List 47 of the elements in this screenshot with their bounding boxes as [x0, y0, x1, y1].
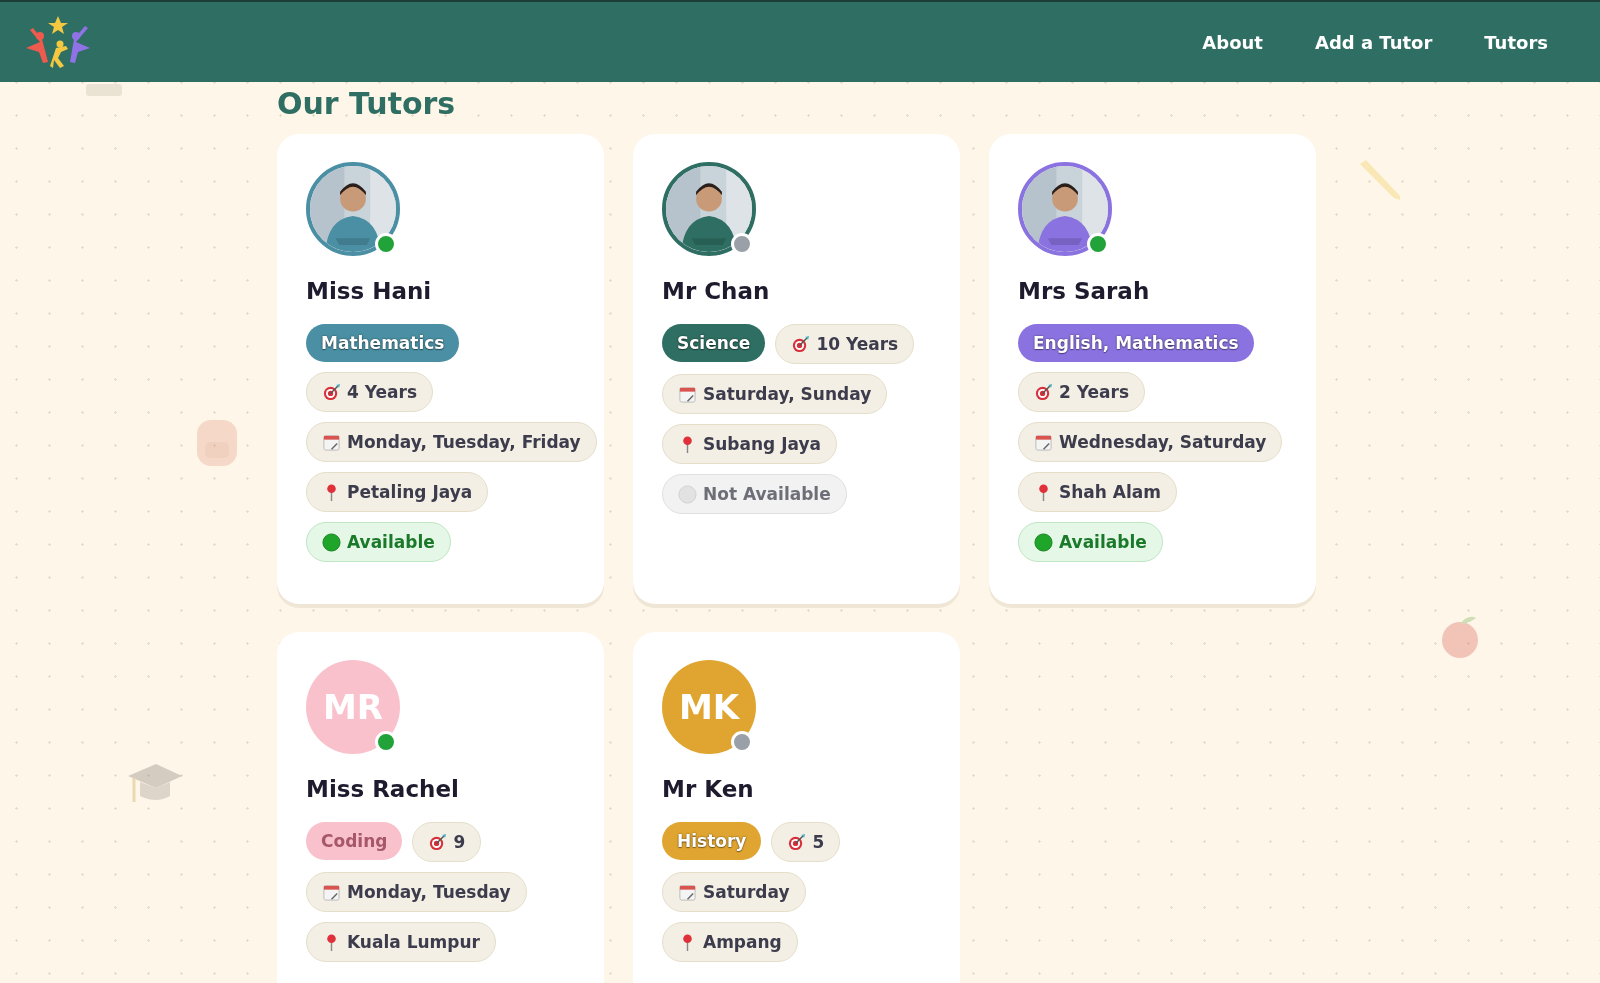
status-dot-icon: [322, 532, 341, 552]
tutor-name: Mrs Sarah: [1018, 278, 1151, 304]
subject-tag: Science: [662, 324, 766, 362]
availability-tag: Available: [306, 522, 451, 562]
experience-tag: 2 Years: [1018, 372, 1145, 412]
tutor-name: Mr Ken: [662, 776, 755, 802]
status-dot-icon: [678, 484, 697, 504]
location-tag: Shah Alam: [1018, 472, 1177, 512]
nav-link[interactable]: About: [1202, 31, 1263, 53]
location-tag: Petaling Jaya: [306, 472, 489, 512]
target-icon: [791, 334, 811, 354]
tutor-name: Mr Chan: [662, 278, 771, 304]
experience-tag: 9: [412, 822, 482, 862]
target-icon: [787, 832, 807, 852]
avatar: MK: [662, 660, 756, 754]
availability-tag: Not Available: [662, 474, 847, 514]
days-tag: Monday, Tuesday: [306, 872, 527, 912]
subject-tag: Mathematics: [306, 324, 460, 362]
days-tag: Saturday, Sunday: [662, 374, 888, 414]
experience-tag: 10 Years: [775, 324, 915, 364]
page-heading: Our Tutors: [277, 86, 457, 122]
location-tag: Subang Jaya: [662, 424, 837, 464]
availability-tag: Available: [1018, 522, 1163, 562]
tutor-name: Miss Rachel: [306, 776, 460, 802]
experience-tag: 5: [771, 822, 841, 862]
nav-link[interactable]: Tutors: [1484, 31, 1548, 53]
subject-tag: English, Mathematics: [1018, 324, 1254, 362]
location-tag: Ampang: [662, 922, 798, 962]
calendar-icon: [1034, 432, 1053, 452]
target-icon: [322, 382, 341, 402]
nav-link[interactable]: Add a Tutor: [1314, 31, 1433, 53]
days-tag: Saturday: [662, 872, 806, 912]
tutor-name: Miss Hani: [306, 278, 433, 304]
days-tag: Monday, Tuesday, Friday: [306, 422, 597, 462]
subject-tag: History: [662, 822, 762, 860]
subject-tag: Coding: [306, 822, 403, 860]
calendar-icon: [678, 384, 697, 404]
target-icon: [428, 832, 448, 852]
location-tag: Kuala Lumpur: [306, 922, 496, 962]
target-icon: [1034, 382, 1053, 402]
calendar-icon: [322, 432, 341, 452]
avatar: MR: [306, 660, 400, 754]
calendar-icon: [678, 882, 697, 902]
experience-tag: 4 Years: [306, 372, 433, 412]
days-tag: Wednesday, Saturday: [1018, 422, 1283, 462]
status-dot-icon: [1034, 532, 1053, 552]
calendar-icon: [322, 882, 341, 902]
